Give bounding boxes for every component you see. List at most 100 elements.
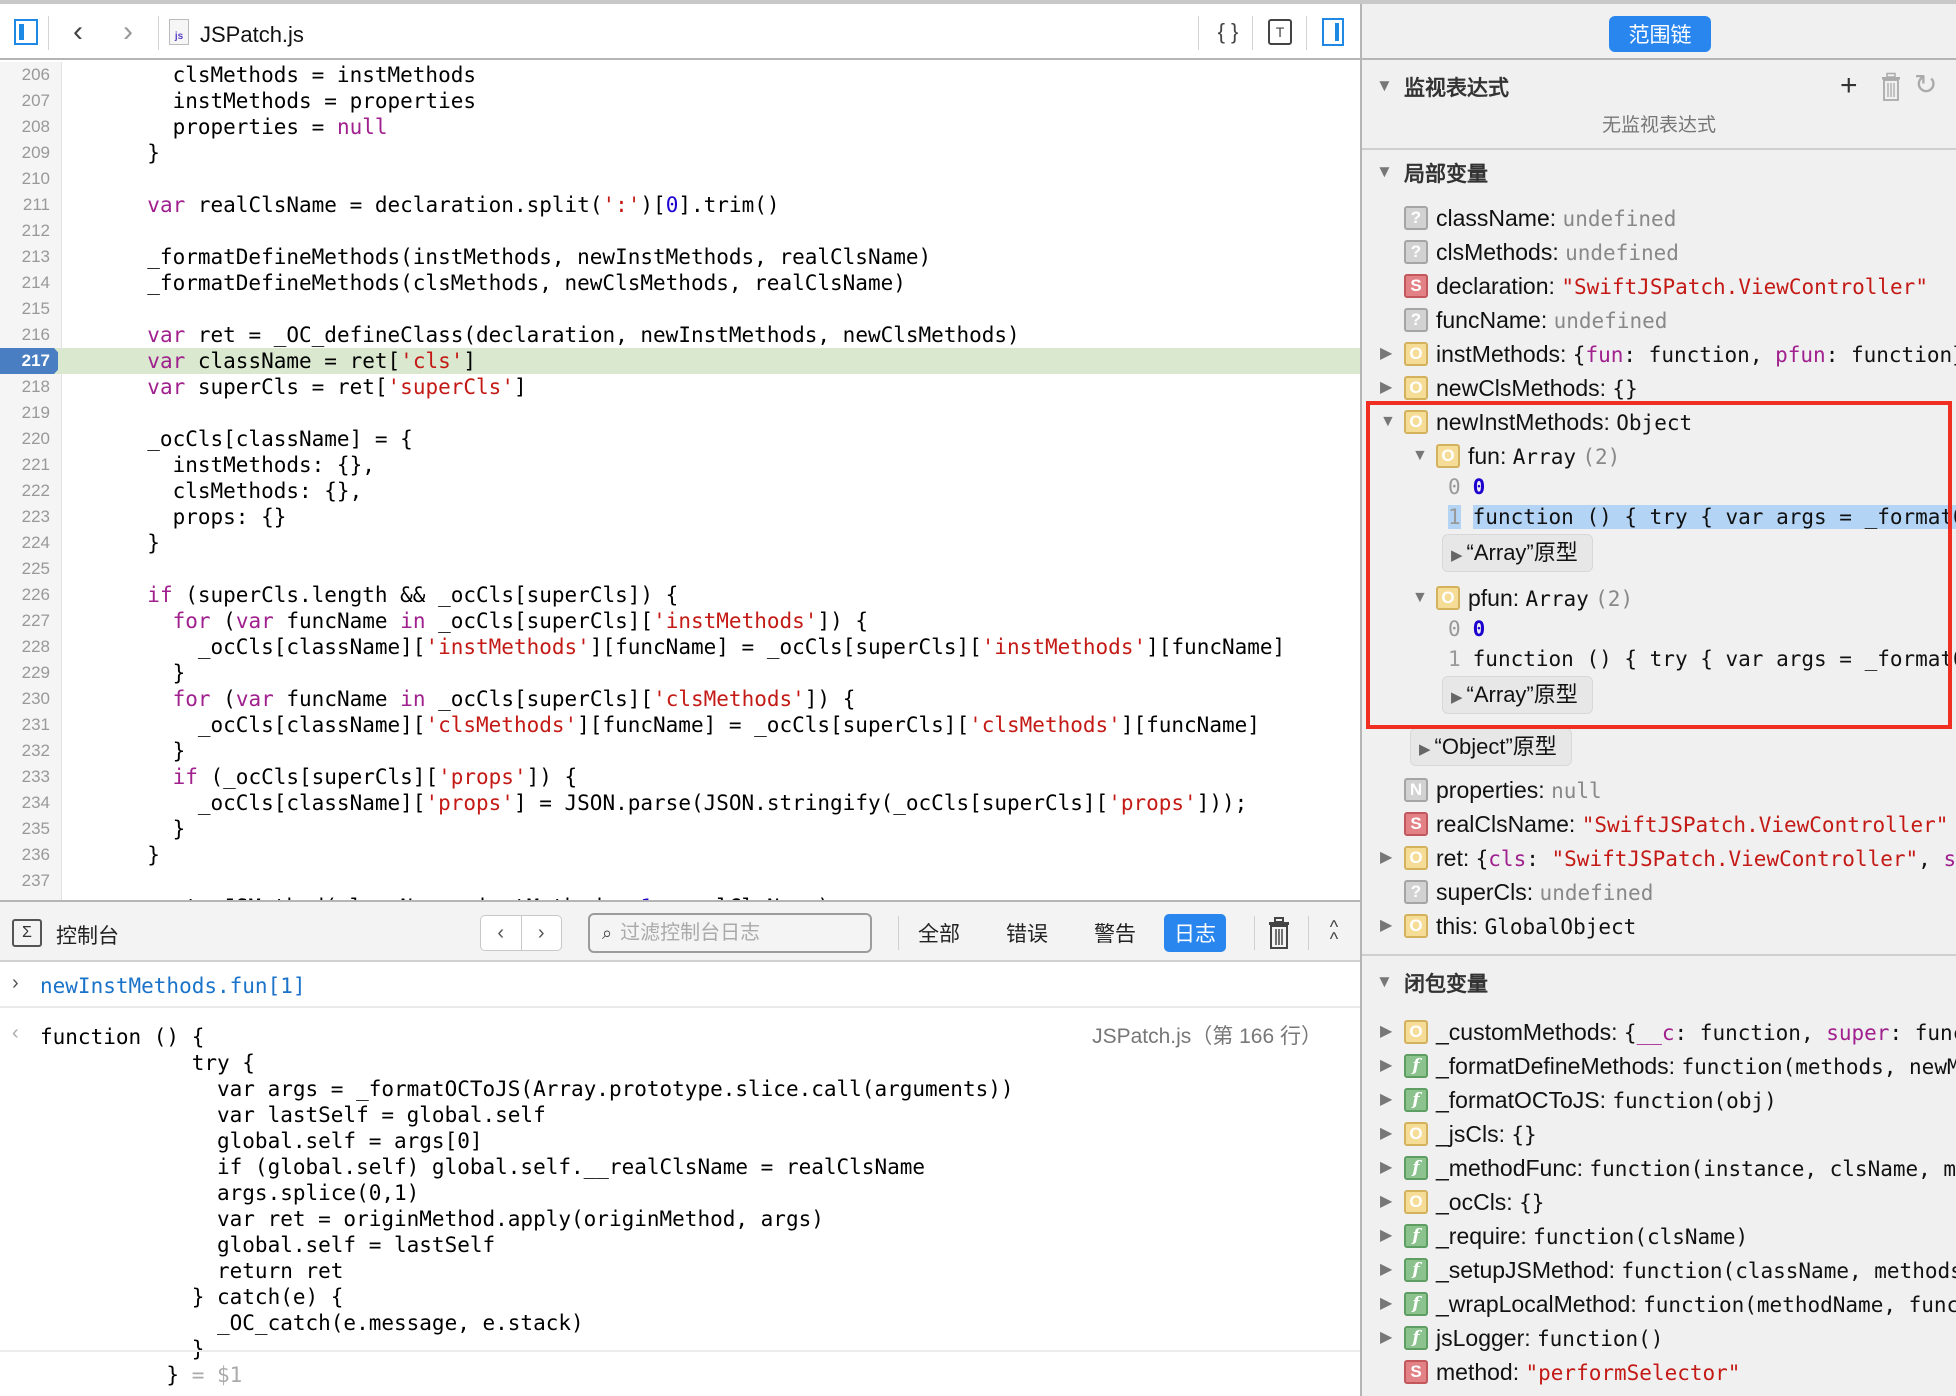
line-number[interactable]: 212	[0, 218, 50, 244]
code-line: 235 }	[0, 816, 1360, 842]
history-previous-button[interactable]: ‹	[481, 916, 521, 950]
line-number[interactable]: 234	[0, 790, 50, 816]
trash-icon[interactable]	[1266, 916, 1292, 950]
disclosure-triangle-open-icon[interactable]: ▼	[1380, 406, 1398, 438]
line-number[interactable]: 215	[0, 296, 50, 322]
braces-icon[interactable]: { }	[1214, 16, 1242, 48]
array-item-row[interactable]: 00	[1448, 612, 1485, 644]
line-number[interactable]: 218	[0, 374, 50, 400]
object-type-icon: O	[1404, 1020, 1428, 1044]
disclosure-triangle-icon[interactable]: ▶	[1380, 1050, 1398, 1082]
history-next-button[interactable]: ›	[520, 916, 562, 950]
line-number[interactable]: 232	[0, 738, 50, 764]
double-chevron-up-icon[interactable]: ^ ^	[1322, 916, 1346, 950]
line-number[interactable]: 213	[0, 244, 50, 270]
filter-logs-button[interactable]: 日志	[1164, 914, 1226, 952]
line-number[interactable]: 219	[0, 400, 50, 426]
line-number[interactable]: 231	[0, 712, 50, 738]
line-number[interactable]: 233	[0, 764, 50, 790]
chevron-left-icon[interactable]: ‹	[64, 15, 92, 48]
disclosure-triangle-icon[interactable]: ▶	[1380, 1220, 1398, 1252]
type-icon[interactable]: T	[1266, 16, 1294, 48]
line-number[interactable]: 230	[0, 686, 50, 712]
code-text: }	[122, 843, 160, 867]
result-code-line: }	[40, 1336, 205, 1362]
disclosure-triangle-icon[interactable]: ▶	[1380, 1084, 1398, 1116]
line-number[interactable]: 207	[0, 88, 50, 114]
sidebar-left-icon[interactable]	[13, 16, 39, 48]
plus-icon[interactable]: +	[1840, 71, 1858, 101]
file-tab-title[interactable]: JSPatch.js	[200, 22, 304, 48]
line-number[interactable]: 235	[0, 816, 50, 842]
disclosure-triangle-open-icon[interactable]: ▼	[1412, 440, 1430, 472]
array-prototype-button[interactable]: ▶ “Array”原型	[1442, 534, 1593, 572]
array-item-text: function () { try { var args = _formatOC…	[1472, 505, 1956, 529]
disclosure-triangle-icon[interactable]: ▼	[1376, 972, 1393, 992]
variable-value: function(instance, clsName, methodName)	[1589, 1157, 1956, 1181]
line-number[interactable]: 206	[0, 62, 50, 88]
disclosure-triangle-icon[interactable]: ▶	[1380, 1118, 1398, 1150]
filter-errors-button[interactable]: 错误	[996, 914, 1058, 952]
line-number[interactable]: 226	[0, 582, 50, 608]
console-filter-field[interactable]: ⌕	[588, 913, 872, 953]
line-number[interactable]: 208	[0, 114, 50, 140]
refresh-icon[interactable]: ↻	[1914, 68, 1937, 101]
closure-variables-header[interactable]: ▼ 闭包变量	[1362, 962, 1956, 1002]
sidebar-right-icon[interactable]	[1320, 16, 1346, 48]
scope-chain-tab[interactable]: 范围链	[1609, 16, 1711, 52]
toolbar-divider	[1252, 16, 1253, 50]
code-line: 231 _ocCls[className]['clsMethods'][func…	[0, 712, 1360, 738]
variable-name-text: _require:	[1436, 1223, 1527, 1249]
disclosure-triangle-icon[interactable]: ▶	[1380, 1152, 1398, 1184]
watch-expressions-header[interactable]: ▼ 监视表达式 + ↻	[1362, 66, 1956, 106]
line-number[interactable]: 220	[0, 426, 50, 452]
code-line-current: 217 var className = ret['cls']	[0, 348, 1360, 374]
source-location-link[interactable]: JSPatch.js（第 166 行）	[1092, 1020, 1322, 1050]
line-number[interactable]: 227	[0, 608, 50, 634]
chevron-right-icon[interactable]: ›	[114, 15, 142, 48]
variable-value: function(obj)	[1612, 1089, 1777, 1113]
disclosure-triangle-icon[interactable]: ▶	[1380, 1186, 1398, 1218]
console-output[interactable]: › newInstMethods.fun[1] ‹ function () { …	[0, 962, 1360, 1396]
disclosure-triangle-open-icon[interactable]: ▼	[1412, 582, 1430, 614]
disclosure-triangle-icon[interactable]: ▶	[1380, 1254, 1398, 1286]
array-item-row[interactable]: 1 function () { try { var args = _formatO…	[1448, 642, 1956, 674]
disclosure-triangle-icon[interactable]: ▶	[1380, 842, 1398, 874]
line-number[interactable]: 211	[0, 192, 50, 218]
array-prototype-button[interactable]: ▶ “Array”原型	[1442, 676, 1593, 714]
line-number[interactable]: 209	[0, 140, 50, 166]
disclosure-triangle-icon[interactable]: ▶	[1380, 1016, 1398, 1048]
line-number[interactable]: 225	[0, 556, 50, 582]
line-number[interactable]: 223	[0, 504, 50, 530]
filter-warnings-button[interactable]: 警告	[1084, 914, 1146, 952]
variable-name-text: _jsCls:	[1436, 1121, 1506, 1147]
disclosure-triangle-icon[interactable]: ▶	[1380, 910, 1398, 942]
line-number[interactable]: 224	[0, 530, 50, 556]
line-number[interactable]: 210	[0, 166, 50, 192]
line-number[interactable]: 217	[0, 348, 54, 374]
line-number[interactable]: 221	[0, 452, 50, 478]
local-variables-header[interactable]: ▼ 局部变量	[1362, 152, 1956, 192]
disclosure-triangle-icon[interactable]: ▶	[1380, 372, 1398, 404]
array-item-row[interactable]: 1 function () { try { var args = _formatO…	[1448, 500, 1956, 532]
line-number[interactable]: 222	[0, 478, 50, 504]
line-number[interactable]: 236	[0, 842, 50, 868]
line-number[interactable]: 229	[0, 660, 50, 686]
disclosure-triangle-icon[interactable]: ▶	[1380, 338, 1398, 370]
array-item-row[interactable]: 00	[1448, 470, 1485, 502]
disclosure-triangle-icon[interactable]: ▼	[1376, 162, 1393, 182]
disclosure-triangle-icon[interactable]: ▶	[1380, 1288, 1398, 1320]
trash-icon[interactable]	[1880, 72, 1902, 102]
filter-all-button[interactable]: 全部	[908, 914, 970, 952]
code-editor[interactable]: 206 clsMethods = instMethods 207 instMeth…	[0, 62, 1360, 900]
line-number[interactable]: 214	[0, 270, 50, 296]
disclosure-triangle-icon[interactable]: ▼	[1376, 76, 1393, 96]
line-number[interactable]: 228	[0, 634, 50, 660]
line-number[interactable]: 216	[0, 322, 50, 348]
console-filter-input[interactable]	[620, 921, 841, 945]
disclosure-triangle-icon[interactable]: ▶	[1380, 1322, 1398, 1354]
scope-chain-sidebar: 范围链 ▼ 监视表达式 + ↻ 无监视表达式 ▼ 局部变量 ? className…	[1362, 4, 1956, 1396]
code-line: 219	[0, 400, 1360, 426]
line-number[interactable]: 237	[0, 868, 50, 894]
object-prototype-button[interactable]: ▶ “Object”原型	[1410, 728, 1572, 766]
